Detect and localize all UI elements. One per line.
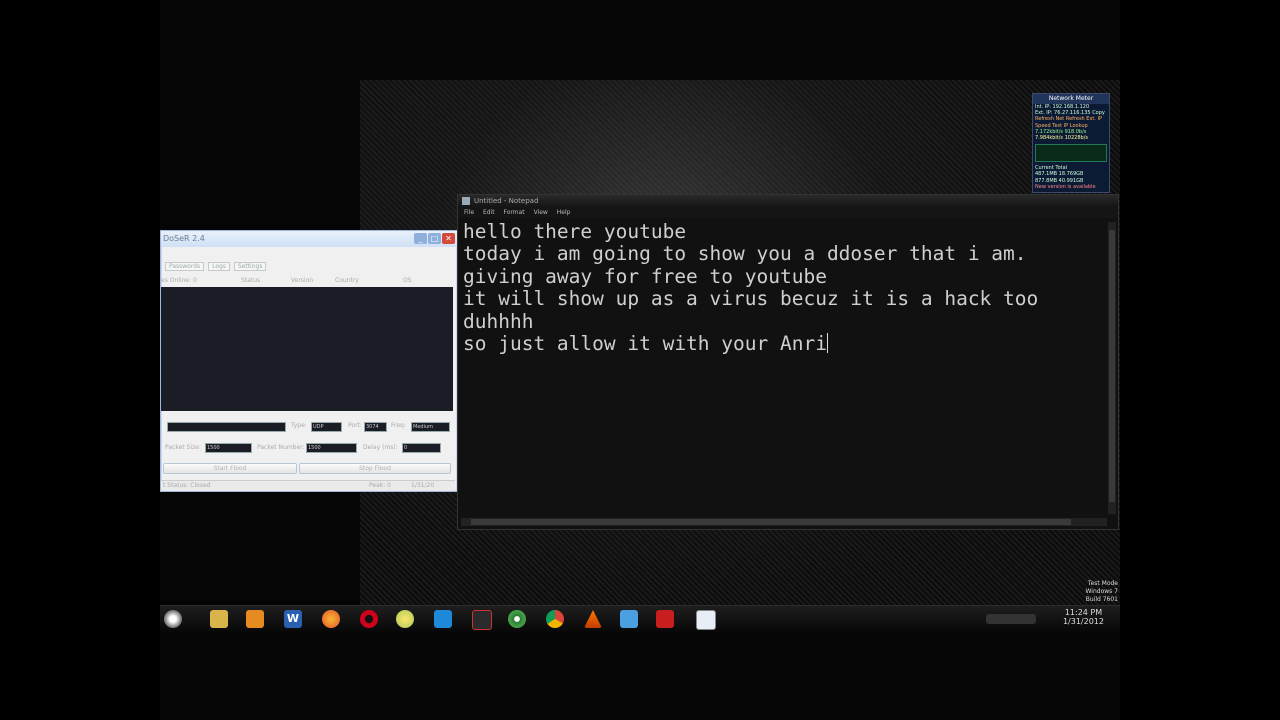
menu-format[interactable]: Format bbox=[504, 209, 525, 216]
gadget-line[interactable]: New version is available bbox=[1033, 184, 1109, 190]
gadget-title: Network Meter bbox=[1033, 94, 1109, 104]
delay-input[interactable]: 0 bbox=[402, 443, 441, 453]
col-os: OS bbox=[403, 277, 412, 284]
minimize-icon[interactable]: _ bbox=[414, 233, 427, 244]
network-meter-gadget: Network Meter Int. IP: 192.168.1.120 Ext… bbox=[1032, 93, 1110, 193]
target-input[interactable] bbox=[167, 422, 286, 432]
freq-select[interactable]: Medium bbox=[411, 422, 450, 432]
horizontal-scrollbar[interactable] bbox=[461, 518, 1107, 526]
watermark-line: Windows 7 bbox=[1085, 588, 1118, 595]
test-mode-watermark: Test Mode Windows 7 Build 7601 bbox=[1060, 580, 1118, 604]
teamviewer-icon[interactable] bbox=[434, 610, 452, 628]
watermark-line: Build 7601 bbox=[1085, 596, 1118, 603]
word-icon[interactable]: W bbox=[284, 610, 302, 628]
tray-icons[interactable] bbox=[986, 614, 1036, 624]
packet-size-label: Packet Size: bbox=[165, 444, 201, 451]
horizontal-scroll-thumb[interactable] bbox=[471, 519, 1071, 525]
ddoser-window: DoSeR 2.4 _ □ ✕ Passwords Logs Settings … bbox=[160, 230, 458, 492]
ddoser-title: DoSeR 2.4 bbox=[163, 234, 205, 243]
notepad-window: Untitled - Notepad File Edit Format View… bbox=[457, 194, 1119, 530]
freq-label: Freq: bbox=[391, 422, 406, 429]
tab-settings[interactable]: Settings bbox=[233, 262, 267, 271]
notepad-menu-bar: File Edit Format View Help bbox=[458, 207, 1118, 218]
clock-time: 11:24 PM bbox=[1064, 608, 1103, 617]
gadget-line[interactable]: Refresh Net Refresh Ext. IP bbox=[1033, 116, 1109, 122]
chrome-icon[interactable] bbox=[546, 610, 564, 628]
menu-file[interactable]: File bbox=[464, 209, 474, 216]
tab-passwords[interactable]: Passwords bbox=[165, 262, 205, 271]
client-list[interactable] bbox=[161, 287, 453, 411]
start-button-icon[interactable] bbox=[164, 610, 182, 628]
opera-icon[interactable] bbox=[360, 610, 378, 628]
delay-label: Delay (ms): bbox=[363, 444, 398, 451]
tab-logs[interactable]: Logs bbox=[208, 262, 230, 271]
notepad-title: Untitled - Notepad bbox=[474, 197, 539, 205]
packet-number-label: Packet Number: bbox=[257, 444, 305, 451]
app-icon[interactable] bbox=[508, 610, 526, 628]
col-country: Country bbox=[335, 277, 359, 284]
app-icon[interactable] bbox=[396, 610, 414, 628]
taskbar: W 11:24 PM 1/31/2012 bbox=[160, 605, 1120, 632]
col-status: Status bbox=[241, 277, 261, 284]
firefox-icon[interactable] bbox=[322, 610, 340, 628]
client-list-header: es Online: 0 Status Version Country OS bbox=[161, 277, 455, 285]
avast-icon[interactable] bbox=[584, 610, 602, 628]
col-online: es Online: 0 bbox=[161, 277, 197, 284]
clock-date: 1/31/2012 bbox=[1062, 617, 1104, 626]
col-version: Version bbox=[291, 277, 314, 284]
media-player-icon[interactable] bbox=[246, 610, 264, 628]
notepad-title-bar: Untitled - Notepad bbox=[458, 195, 1118, 207]
ddoser-tabs: Passwords Logs Settings bbox=[165, 262, 268, 271]
gadget-line: 7.984kbit/s 10228b/s bbox=[1035, 135, 1088, 142]
explorer-icon[interactable] bbox=[210, 610, 228, 628]
text-line: hello there youtube bbox=[463, 221, 687, 243]
text-line: it will show up as a virus becuz it is a… bbox=[463, 287, 1039, 311]
status-text: t Status: Closed bbox=[163, 482, 211, 489]
vertical-scrollbar[interactable] bbox=[1108, 222, 1116, 514]
text-caret bbox=[826, 333, 828, 354]
port-input[interactable]: 3074 bbox=[364, 422, 387, 432]
text-line: today i am going to show you a ddoser th… bbox=[463, 242, 1027, 266]
text-line: so just allow it with your Anri bbox=[463, 332, 827, 356]
network-graph bbox=[1035, 144, 1107, 163]
menu-edit[interactable]: Edit bbox=[483, 209, 495, 216]
notepad-taskbar-icon[interactable] bbox=[696, 610, 716, 630]
ddoser-title-bar: DoSeR 2.4 _ □ ✕ bbox=[161, 231, 457, 247]
app-icon[interactable] bbox=[620, 610, 638, 628]
packet-number-input[interactable]: 1500 bbox=[306, 443, 357, 453]
notepad-icon bbox=[462, 197, 470, 205]
menu-view[interactable]: View bbox=[534, 209, 548, 216]
close-icon[interactable]: ✕ bbox=[442, 233, 455, 244]
packet-size-input[interactable]: 1500 bbox=[205, 443, 252, 453]
status-date: 1/31/20 bbox=[411, 482, 435, 489]
system-clock[interactable]: 11:24 PM 1/31/2012 bbox=[1063, 608, 1104, 626]
app-icon[interactable] bbox=[656, 610, 674, 628]
text-line: giving away for free to youtube bbox=[463, 264, 827, 288]
menu-help[interactable]: Help bbox=[557, 209, 571, 216]
status-peak: Peak: 0 bbox=[369, 482, 391, 489]
type-label: Type: bbox=[291, 422, 307, 429]
type-select[interactable]: UDP bbox=[311, 422, 342, 432]
notepad-text-area[interactable]: hello there youtube today i am going to s… bbox=[463, 221, 1103, 511]
maximize-icon[interactable]: □ bbox=[428, 233, 441, 244]
vertical-scroll-thumb[interactable] bbox=[1109, 230, 1115, 502]
task-manager-icon[interactable] bbox=[472, 610, 492, 630]
text-line: duhhhh bbox=[463, 309, 534, 333]
stop-flood-button[interactable]: Stop Flood bbox=[299, 463, 451, 474]
port-label: Port: bbox=[348, 422, 362, 429]
start-flood-button[interactable]: Start Flood bbox=[163, 463, 297, 474]
ddoser-status-bar: t Status: Closed Peak: 0 1/31/20 bbox=[161, 480, 455, 491]
watermark-line: Test Mode bbox=[1087, 580, 1118, 587]
